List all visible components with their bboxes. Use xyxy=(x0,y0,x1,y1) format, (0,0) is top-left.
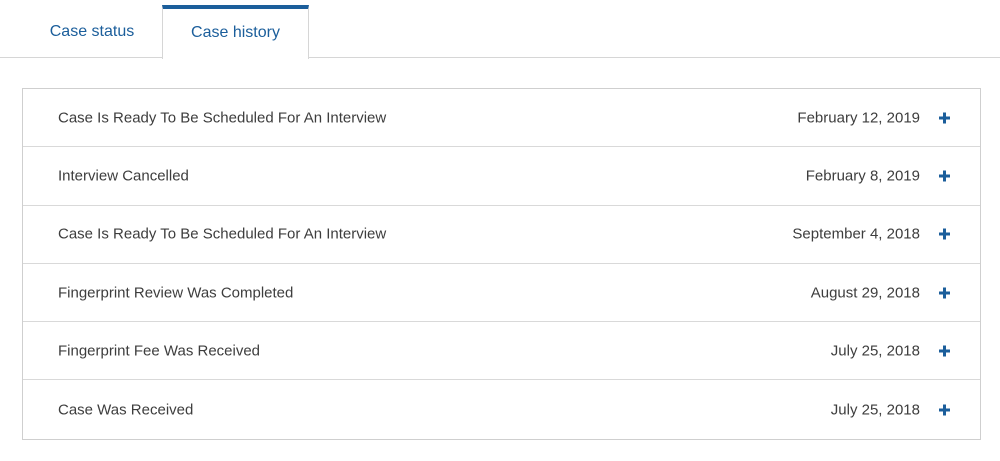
event-date: July 25, 2018 xyxy=(830,401,920,419)
plus-icon[interactable] xyxy=(939,404,950,416)
case-history-list: Case Is Ready To Be Scheduled For An Int… xyxy=(22,88,981,440)
event-title: Fingerprint Fee Was Received xyxy=(58,342,261,360)
event-title: Case Is Ready To Be Scheduled For An Int… xyxy=(58,225,387,243)
tab-case-history[interactable]: Case history xyxy=(162,5,309,59)
tab-case-history-label: Case history xyxy=(191,24,280,41)
event-title: Fingerprint Review Was Completed xyxy=(58,284,294,302)
event-title: Interview Cancelled xyxy=(58,167,189,185)
plus-icon[interactable] xyxy=(939,228,950,240)
tab-case-status-label: Case status xyxy=(49,23,135,40)
history-row[interactable]: Interview Cancelled February 8, 2019 xyxy=(23,147,980,206)
case-tabs: Case status Case history xyxy=(0,0,1000,59)
event-title: Case Was Received xyxy=(58,401,194,419)
event-date: July 25, 2018 xyxy=(830,342,920,360)
plus-icon[interactable] xyxy=(939,112,950,124)
history-row[interactable]: Case Was Received July 25, 2018 xyxy=(23,380,980,438)
event-date: February 8, 2019 xyxy=(805,167,920,185)
history-row[interactable]: Case Is Ready To Be Scheduled For An Int… xyxy=(23,89,980,148)
tab-case-status[interactable]: Case status xyxy=(22,6,162,58)
plus-icon[interactable] xyxy=(939,345,950,357)
plus-icon[interactable] xyxy=(939,287,950,299)
history-row[interactable]: Fingerprint Review Was Completed August … xyxy=(23,264,980,323)
event-date: February 12, 2019 xyxy=(797,109,920,127)
event-date: August 29, 2018 xyxy=(810,284,920,302)
plus-icon[interactable] xyxy=(939,170,950,182)
event-title: Case Is Ready To Be Scheduled For An Int… xyxy=(58,109,387,127)
history-row[interactable]: Case Is Ready To Be Scheduled For An Int… xyxy=(23,206,980,264)
history-row[interactable]: Fingerprint Fee Was Received July 25, 20… xyxy=(23,322,980,381)
event-date: September 4, 2018 xyxy=(792,225,920,243)
